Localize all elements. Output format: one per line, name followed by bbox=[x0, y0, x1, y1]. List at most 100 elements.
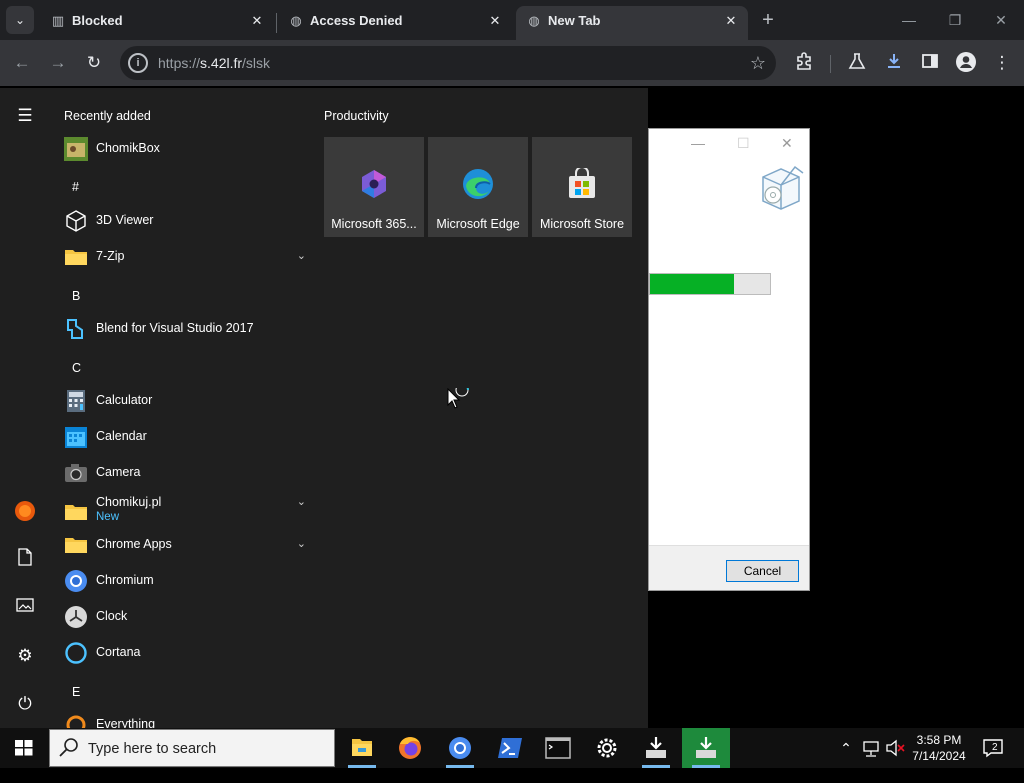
tile-microsoft-store[interactable]: Microsoft Store bbox=[532, 137, 632, 237]
tile-microsoft-edge[interactable]: Microsoft Edge bbox=[428, 137, 528, 237]
profile-avatar-icon[interactable] bbox=[954, 51, 978, 75]
section-letter[interactable]: C bbox=[72, 361, 81, 375]
download-icon[interactable] bbox=[882, 51, 906, 75]
chevron-down-icon[interactable]: ⌄ bbox=[297, 495, 306, 508]
app-camera[interactable]: Camera bbox=[62, 457, 306, 489]
chevron-up-icon[interactable]: ⌃ bbox=[836, 728, 856, 768]
installer-window: — ☐ ✕ Cancel bbox=[648, 128, 810, 591]
app-calculator[interactable]: Calculator bbox=[62, 385, 306, 417]
app-chomikbox[interactable]: ChomikBox bbox=[62, 133, 306, 165]
chevron-down-icon[interactable]: ⌄ bbox=[297, 249, 306, 262]
app-chrome-apps[interactable]: Chrome Apps ⌄ bbox=[62, 529, 306, 561]
taskbar-installer[interactable] bbox=[632, 728, 680, 768]
windows-start-button[interactable] bbox=[0, 728, 48, 768]
forward-button[interactable]: → bbox=[46, 51, 70, 75]
power-icon[interactable]: ⏻ bbox=[13, 692, 37, 716]
address-bar[interactable]: i https://s.42l.fr/slsk ☆ bbox=[120, 46, 776, 80]
pictures-icon[interactable] bbox=[13, 596, 37, 620]
tab-title: Blocked bbox=[72, 13, 123, 28]
store-icon bbox=[566, 166, 598, 200]
chevron-down-icon[interactable]: ⌄ bbox=[297, 537, 306, 550]
user-avatar-icon[interactable] bbox=[13, 500, 37, 524]
tab-blocked[interactable]: ▥ Blocked ✕ bbox=[40, 6, 274, 40]
app-cortana[interactable]: Cortana bbox=[62, 637, 306, 669]
app-chromium[interactable]: Chromium bbox=[62, 565, 306, 597]
installer-minimize-icon[interactable]: — bbox=[691, 135, 705, 151]
taskbar-file-explorer[interactable] bbox=[338, 728, 386, 768]
app-label: 7-Zip bbox=[96, 249, 125, 263]
microsoft-365-icon bbox=[358, 168, 390, 200]
extensions-icon[interactable] bbox=[792, 51, 816, 75]
section-letter[interactable]: E bbox=[72, 685, 80, 699]
close-icon[interactable]: ✕ bbox=[246, 10, 268, 32]
new-tab-button[interactable]: + bbox=[756, 8, 780, 32]
section-letter[interactable]: B bbox=[72, 289, 80, 303]
tile-microsoft-365[interactable]: Microsoft 365... bbox=[324, 137, 424, 237]
start-menu: ☰ ⚙ ⏻ Recently added ChomikBox # 3D View… bbox=[0, 88, 648, 728]
documents-icon[interactable] bbox=[13, 548, 37, 572]
app-label: Chomikuj.pl bbox=[96, 495, 162, 509]
toolbar-divider bbox=[830, 55, 831, 73]
side-panel-icon[interactable] bbox=[918, 51, 942, 75]
hamburger-menu-icon[interactable]: ☰ bbox=[13, 104, 37, 128]
chromium-icon bbox=[64, 569, 88, 593]
window-close-button[interactable]: ✕ bbox=[978, 8, 1024, 32]
app-clock[interactable]: Clock bbox=[62, 601, 306, 633]
minimize-button[interactable]: — bbox=[886, 8, 932, 32]
app-chomikuj[interactable]: Chomikuj.pl New ⌄ bbox=[62, 493, 306, 531]
taskbar-installer-active[interactable] bbox=[682, 728, 730, 768]
system-clock[interactable]: 3:58 PM 7/14/2024 bbox=[900, 732, 978, 764]
cancel-button[interactable]: Cancel bbox=[726, 560, 799, 582]
taskbar-settings[interactable] bbox=[583, 728, 631, 768]
tab-strip: ⌄ ▥ Blocked ✕ ◍ Access Denied ✕ ◍ New Ta… bbox=[0, 0, 1024, 40]
app-7-zip[interactable]: 7-Zip ⌄ bbox=[62, 241, 306, 273]
restore-button[interactable]: ❐ bbox=[932, 8, 978, 32]
app-blend[interactable]: Blend for Visual Studio 2017 bbox=[62, 313, 306, 345]
busy-cursor-icon bbox=[447, 383, 471, 417]
settings-gear-icon[interactable]: ⚙ bbox=[13, 644, 37, 668]
bookmark-star-icon[interactable]: ☆ bbox=[750, 52, 766, 74]
notification-center-icon[interactable]: 2 bbox=[980, 728, 1008, 768]
clock-time: 3:58 PM bbox=[916, 733, 962, 747]
blend-icon bbox=[64, 317, 88, 341]
app-label: Camera bbox=[96, 465, 141, 479]
back-button[interactable]: ← bbox=[10, 51, 34, 75]
everything-icon bbox=[64, 713, 88, 728]
taskbar-command-prompt[interactable] bbox=[534, 728, 582, 768]
url-text[interactable]: https://s.42l.fr/slsk bbox=[158, 55, 270, 71]
reload-button[interactable]: ↻ bbox=[82, 51, 106, 75]
page-icon: ▥ bbox=[51, 13, 65, 28]
productivity-heading: Productivity bbox=[324, 109, 389, 123]
camera-icon bbox=[64, 461, 88, 485]
app-calendar[interactable]: Calendar bbox=[62, 421, 306, 453]
app-3d-viewer[interactable]: 3D Viewer bbox=[62, 205, 306, 237]
installer-close-icon[interactable]: ✕ bbox=[781, 135, 793, 152]
globe-icon: ◍ bbox=[290, 13, 302, 28]
tab-new-tab[interactable]: ◍ New Tab ✕ bbox=[516, 6, 748, 40]
site-info-icon[interactable]: i bbox=[128, 53, 148, 73]
close-icon[interactable]: ✕ bbox=[484, 10, 506, 32]
taskbar-firefox[interactable] bbox=[386, 728, 434, 768]
taskbar-powershell[interactable] bbox=[486, 728, 534, 768]
taskbar-chromium[interactable] bbox=[436, 728, 484, 768]
labs-flask-icon[interactable] bbox=[845, 51, 869, 75]
tab-search-button[interactable]: ⌄ bbox=[6, 6, 34, 34]
installer-footer: Cancel bbox=[649, 545, 809, 590]
app-label: Blend for Visual Studio 2017 bbox=[96, 321, 254, 335]
section-letter[interactable]: # bbox=[72, 180, 79, 194]
folder-icon bbox=[64, 245, 88, 269]
folder-icon bbox=[64, 533, 88, 557]
install-box-icon bbox=[757, 163, 805, 218]
tab-access-denied[interactable]: ◍ Access Denied ✕ bbox=[278, 6, 512, 40]
app-label: Calendar bbox=[96, 429, 147, 443]
app-everything[interactable]: Everything bbox=[62, 709, 306, 728]
notification-count: 2 bbox=[992, 742, 998, 753]
network-icon[interactable] bbox=[860, 728, 882, 768]
search-placeholder: Type here to search bbox=[88, 741, 217, 757]
folder-icon bbox=[64, 500, 88, 524]
close-icon[interactable]: ✕ bbox=[720, 10, 742, 32]
edge-icon bbox=[462, 168, 494, 200]
menu-kebab-icon[interactable]: ⋮ bbox=[990, 51, 1014, 75]
taskbar-search-box[interactable]: Type here to search bbox=[49, 729, 335, 767]
tab-title: New Tab bbox=[548, 13, 601, 28]
